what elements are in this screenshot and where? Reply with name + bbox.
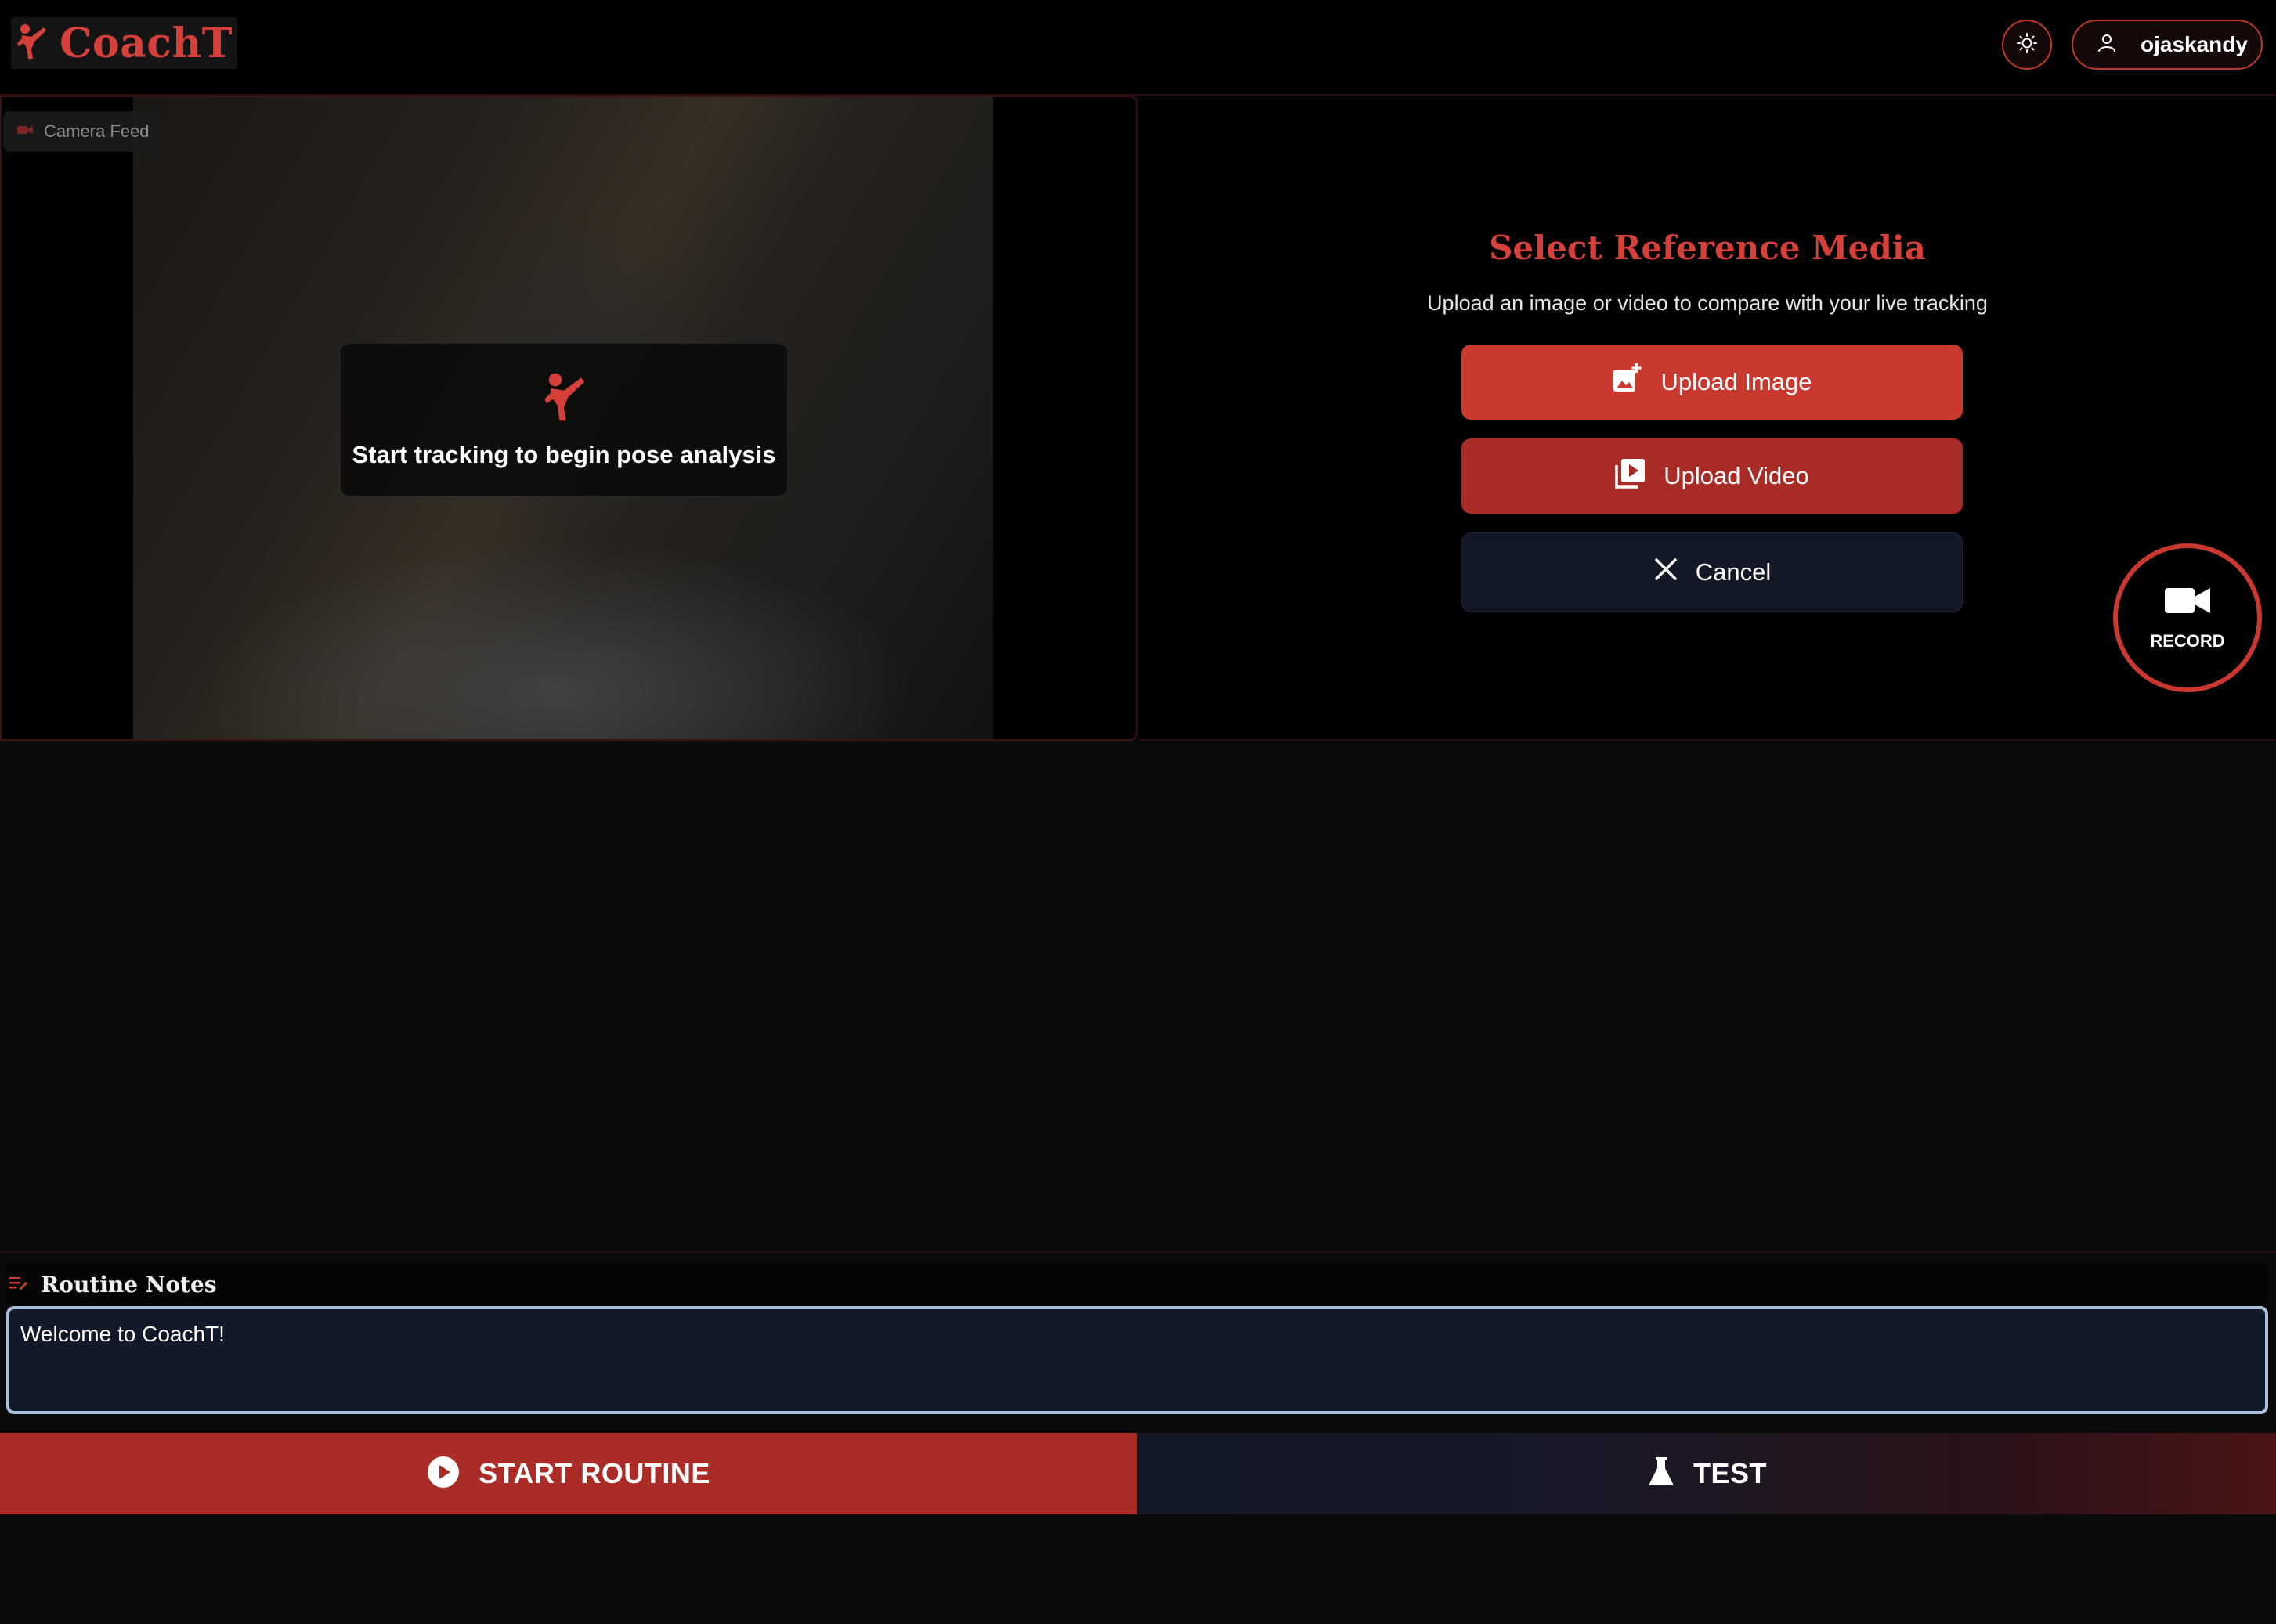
record-button[interactable]: RECORD: [2113, 543, 2262, 692]
camera-panel: Camera Feed Start tracking to begin pose…: [0, 96, 1137, 741]
video-camera-icon: [17, 125, 33, 139]
app-logo[interactable]: CoachT: [11, 17, 237, 69]
username-label: ojaskandy: [2141, 32, 2248, 56]
app-name: CoachT: [60, 19, 233, 67]
camera-feed-label: Camera Feed: [44, 121, 150, 141]
upload-video-label: Upload Video: [1664, 462, 1809, 489]
reference-subtitle: Upload an image or video to compare with…: [1427, 291, 1988, 315]
video-camera-icon: [2165, 585, 2210, 620]
top-header: CoachT ojaskandy: [0, 0, 2276, 96]
flask-icon: [1648, 1456, 1674, 1491]
test-label: TEST: [1693, 1457, 1767, 1489]
camera-feed-badge: Camera Feed: [3, 111, 164, 152]
record-label: RECORD: [2150, 630, 2225, 651]
video-library-icon: [1615, 457, 1646, 495]
martial-arts-kick-icon: [542, 371, 586, 427]
martial-arts-kick-icon: [16, 23, 47, 64]
routine-notes-textarea[interactable]: Welcome to CoachT!: [6, 1306, 2268, 1414]
tracking-prompt: Start tracking to begin pose analysis: [340, 343, 788, 496]
upload-video-button[interactable]: Upload Video: [1461, 438, 1963, 514]
routine-notes-section: Routine Notes Welcome to CoachT!: [0, 1251, 2276, 1433]
reference-media-panel: Select Reference Media Upload an image o…: [1139, 96, 2276, 741]
sun-icon: [2016, 32, 2038, 58]
theme-toggle-button[interactable]: [2002, 20, 2052, 70]
add-photo-icon: [1612, 363, 1643, 401]
notes-icon: [9, 1275, 28, 1294]
routine-notes-header: Routine Notes: [6, 1264, 2268, 1305]
start-routine-label: START ROUTINE: [479, 1457, 710, 1489]
start-routine-button[interactable]: START ROUTINE: [0, 1433, 1137, 1514]
upload-image-button[interactable]: Upload Image: [1461, 345, 1963, 420]
user-icon: [2097, 33, 2117, 57]
tracking-prompt-text: Start tracking to begin pose analysis: [352, 440, 776, 468]
reference-title: Select Reference Media: [1489, 229, 1926, 267]
upload-image-label: Upload Image: [1660, 368, 1812, 395]
cancel-button[interactable]: Cancel: [1461, 532, 1963, 612]
routine-notes-title: Routine Notes: [41, 1271, 217, 1297]
play-circle-icon: [427, 1456, 460, 1492]
cancel-label: Cancel: [1695, 558, 1772, 586]
close-icon: [1653, 557, 1678, 588]
test-button[interactable]: TEST: [1137, 1433, 2276, 1514]
user-menu-button[interactable]: ojaskandy: [2072, 20, 2263, 70]
